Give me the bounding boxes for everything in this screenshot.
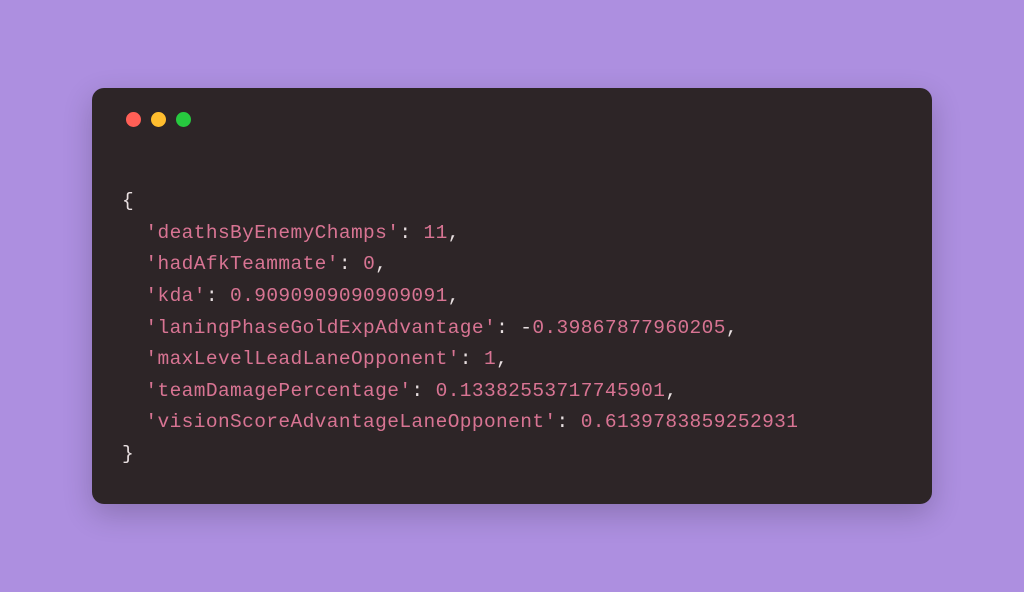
code-key: 'hadAfkTeammate' bbox=[145, 253, 338, 275]
code-key: 'kda' bbox=[145, 285, 205, 307]
code-value: 1 bbox=[484, 348, 496, 370]
code-block: { 'deathsByEnemyChamps': 11, 'hadAfkTeam… bbox=[122, 155, 902, 471]
separator: : bbox=[399, 222, 423, 244]
comma: , bbox=[496, 348, 508, 370]
code-key: 'visionScoreAdvantageLaneOpponent' bbox=[145, 411, 556, 433]
comma: , bbox=[448, 285, 460, 307]
close-brace: } bbox=[122, 443, 134, 465]
code-key: 'deathsByEnemyChamps' bbox=[145, 222, 399, 244]
code-value: 0.9090909090909091 bbox=[230, 285, 448, 307]
code-key: 'laningPhaseGoldExpAdvantage' bbox=[145, 317, 496, 339]
separator: : bbox=[557, 411, 581, 433]
close-icon[interactable] bbox=[126, 112, 141, 127]
separator: : bbox=[339, 253, 363, 275]
code-key: 'maxLevelLeadLaneOpponent' bbox=[145, 348, 459, 370]
minimize-icon[interactable] bbox=[151, 112, 166, 127]
code-value: 0.13382553717745901 bbox=[436, 380, 666, 402]
comma: , bbox=[375, 253, 387, 275]
separator: : bbox=[411, 380, 435, 402]
code-value: 0.6139783859252931 bbox=[581, 411, 799, 433]
maximize-icon[interactable] bbox=[176, 112, 191, 127]
separator: : bbox=[206, 285, 230, 307]
code-value: 0 bbox=[363, 253, 375, 275]
code-value: 11 bbox=[424, 222, 448, 244]
comma: , bbox=[448, 222, 460, 244]
separator: : bbox=[460, 348, 484, 370]
code-value: 0.39867877960205 bbox=[532, 317, 725, 339]
code-window: { 'deathsByEnemyChamps': 11, 'hadAfkTeam… bbox=[92, 88, 932, 505]
code-key: 'teamDamagePercentage' bbox=[145, 380, 411, 402]
comma: , bbox=[665, 380, 677, 402]
open-brace: { bbox=[122, 190, 134, 212]
comma: , bbox=[726, 317, 738, 339]
neg-sign: - bbox=[520, 317, 532, 339]
separator: : bbox=[496, 317, 520, 339]
traffic-lights bbox=[122, 112, 902, 127]
